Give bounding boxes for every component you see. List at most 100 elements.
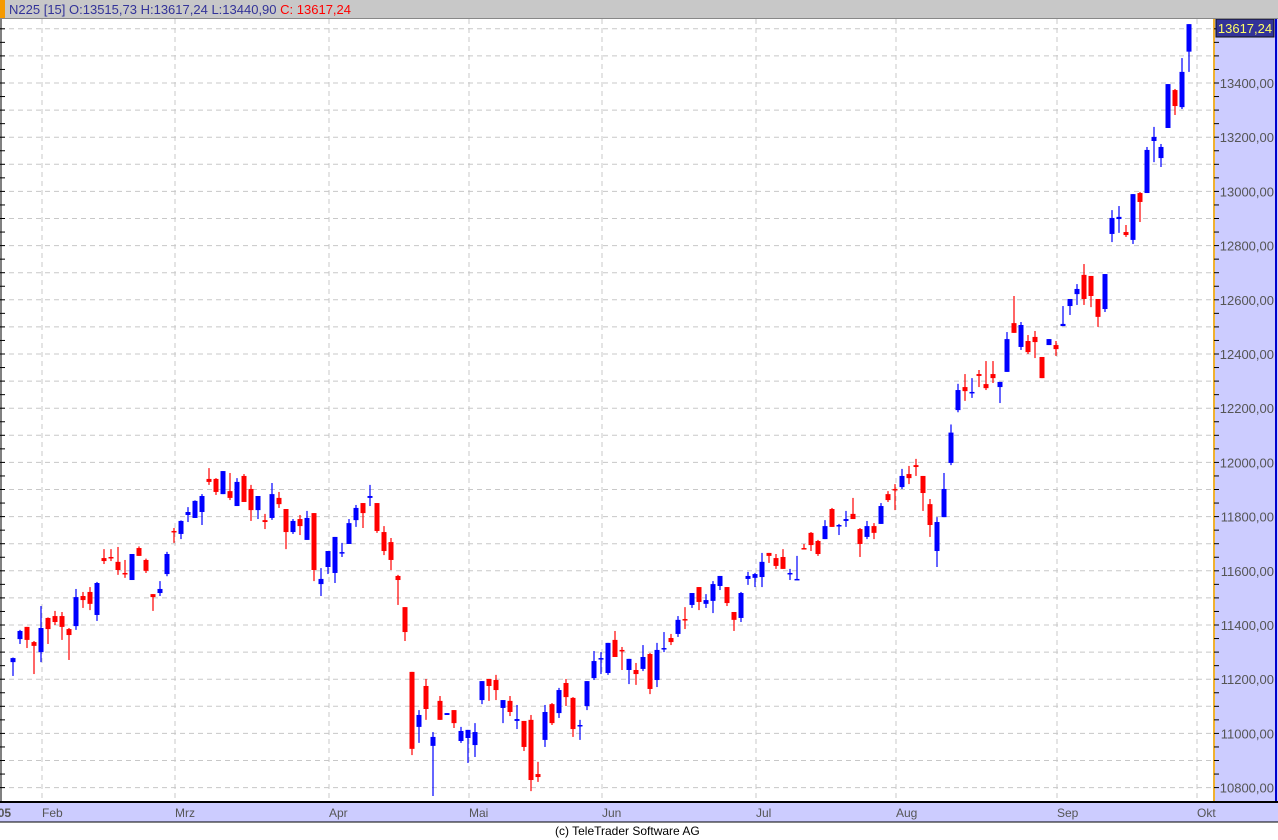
candle-body xyxy=(766,552,772,556)
candle-body xyxy=(346,523,352,544)
candle-body xyxy=(1186,24,1192,52)
candle-body xyxy=(269,494,275,518)
candle-body xyxy=(682,619,688,621)
candle-body xyxy=(955,390,961,411)
candle-body xyxy=(633,669,639,675)
candle-body xyxy=(689,593,695,605)
last-price-text: 13617,24 xyxy=(1218,21,1272,36)
candle-body xyxy=(850,513,856,520)
candle xyxy=(1102,274,1108,312)
price-tick-label: 10800,00 xyxy=(1220,781,1274,796)
candle-body xyxy=(836,525,842,527)
candle xyxy=(878,503,884,524)
candle-body xyxy=(325,551,331,568)
candle-body xyxy=(535,774,541,778)
candle-body xyxy=(514,719,520,721)
candle-body xyxy=(647,654,653,689)
candlestick-chart: 10800,00 11000,00 11200,00 11400,00 11600,00… xyxy=(0,18,1278,823)
candle xyxy=(192,500,198,518)
time-axis-label: Okt xyxy=(1197,806,1216,820)
candle-body xyxy=(367,496,373,498)
candle-body xyxy=(164,554,170,575)
candle-body xyxy=(717,575,723,586)
candle-body xyxy=(255,496,261,511)
time-axis-label: Apr xyxy=(329,806,348,820)
candle-body xyxy=(451,710,457,724)
candle-body xyxy=(864,526,870,537)
quote-header: N225 [15] O:13515,73 H:13617,24 L:13440,… xyxy=(0,0,1278,19)
candle-body xyxy=(479,681,485,701)
candle-body xyxy=(759,561,765,578)
header-marker xyxy=(0,0,5,18)
candle-body xyxy=(423,685,429,710)
time-axis-label: Jun xyxy=(602,806,621,820)
candle-body xyxy=(192,500,198,518)
candle-body xyxy=(339,552,345,554)
candle-body xyxy=(157,588,163,594)
candle-body xyxy=(969,391,975,394)
candle-body xyxy=(696,587,702,602)
candle-body xyxy=(241,475,247,502)
candle-body xyxy=(178,520,184,534)
price-tick-label: 11200,00 xyxy=(1221,672,1274,687)
candle-body xyxy=(500,700,506,708)
candle-body xyxy=(1172,90,1178,107)
candle xyxy=(444,713,450,715)
candle-body xyxy=(276,497,282,505)
candle-body xyxy=(787,572,793,575)
candle-body xyxy=(878,506,884,524)
plot-area xyxy=(0,19,1213,802)
candle-body xyxy=(605,642,611,673)
candle-body xyxy=(213,478,219,492)
candle xyxy=(1046,339,1052,346)
low-value: L:13440,90 xyxy=(211,2,277,17)
candle-body xyxy=(262,520,268,523)
candle-body xyxy=(1081,274,1087,299)
candle-body xyxy=(1179,71,1185,108)
candle-body xyxy=(283,509,289,533)
candle-body xyxy=(1095,298,1101,317)
candle-body xyxy=(1165,84,1171,128)
close-label: C: xyxy=(280,2,294,17)
candle-body xyxy=(773,558,779,566)
candle xyxy=(584,681,590,711)
price-axis-labels: 10800,00 11000,00 11200,00 11400,00 11600,00… xyxy=(1214,28,1274,796)
time-axis-label: Jul xyxy=(756,806,771,820)
candle-body xyxy=(934,522,940,552)
time-axis-label: Mrz xyxy=(175,806,195,820)
candle-body xyxy=(87,591,93,604)
candle xyxy=(1144,146,1150,194)
candle-body xyxy=(612,639,618,657)
price-tick-label: 12200,00 xyxy=(1220,401,1274,416)
price-tick-label: 12000,00 xyxy=(1220,455,1274,470)
candle-body xyxy=(1123,232,1129,236)
time-axis-label: '05 xyxy=(0,806,11,820)
candle-body xyxy=(248,488,254,511)
candle-body xyxy=(626,658,632,670)
candle-body xyxy=(381,532,387,552)
price-tick-label: 13000,00 xyxy=(1220,184,1274,199)
candle xyxy=(1165,84,1171,128)
candle-body xyxy=(402,607,408,633)
candle-body xyxy=(318,578,324,585)
candle-body xyxy=(675,619,681,634)
candle-body xyxy=(871,526,877,533)
time-axis-label: Mai xyxy=(469,806,488,820)
candle-body xyxy=(45,617,51,630)
candle-body xyxy=(997,381,1003,388)
candle-body xyxy=(703,600,709,604)
candle-body xyxy=(1053,345,1059,350)
candle-body xyxy=(24,626,30,640)
candle-body xyxy=(17,630,23,640)
price-tick-label: 12400,00 xyxy=(1220,347,1274,362)
candle xyxy=(521,720,527,752)
candle-body xyxy=(1018,325,1024,347)
candle-body xyxy=(976,374,982,376)
candle-body xyxy=(1060,323,1066,327)
candle-body xyxy=(941,488,947,518)
period: [15] xyxy=(43,2,66,17)
candle-body xyxy=(1151,136,1157,141)
candle-body xyxy=(10,658,16,663)
candle-body xyxy=(731,611,737,620)
candle-body xyxy=(829,509,835,527)
